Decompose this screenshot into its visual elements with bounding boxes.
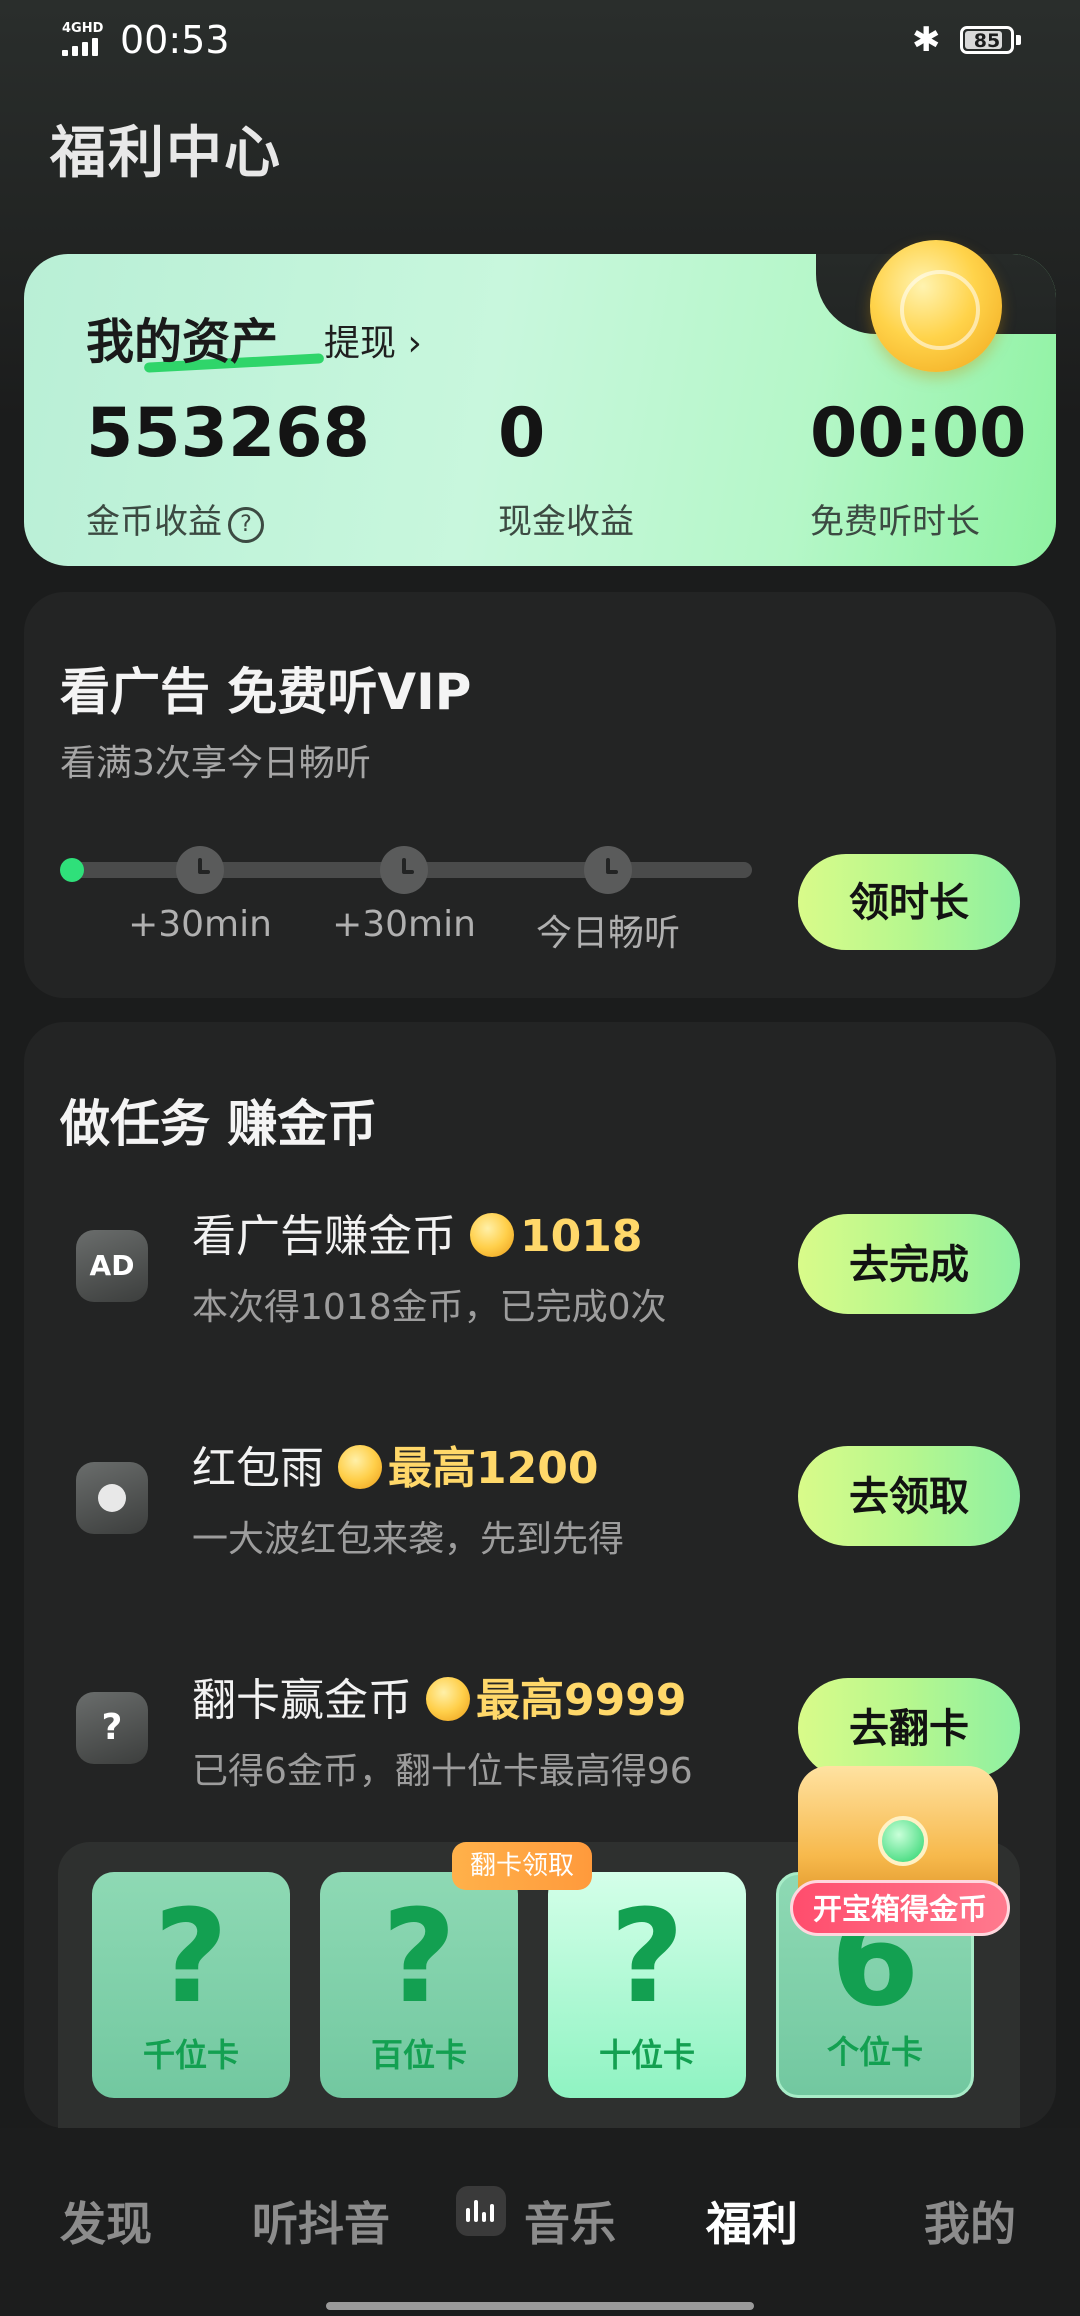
flip-tip-badge: 翻卡领取	[452, 1842, 592, 1890]
clock-icon	[380, 846, 428, 894]
battery-cap	[1016, 35, 1021, 45]
status-time: 00:53	[120, 18, 230, 62]
bluetooth-icon: ✱	[912, 20, 941, 60]
progress-node-label: +30min	[128, 904, 272, 945]
home-indicator[interactable]	[326, 2302, 754, 2310]
ad-icon: AD	[76, 1230, 148, 1302]
tasks-title: 做任务 赚金币	[60, 1095, 378, 1153]
task-title: 看广告赚金币	[192, 1211, 456, 1262]
vip-subtitle: 看满3次享今日畅听	[60, 743, 371, 784]
task-name: 翻卡赢金币 最高9999	[192, 1664, 686, 1728]
coins-label-wrap: 金币收益?	[86, 494, 264, 543]
listen-time-label: 免费听时长	[810, 502, 980, 542]
status-bar: 4GHD 00:53 ✱ 85	[0, 0, 1080, 80]
bottom-nav: 发现 听抖音 音乐 福利 我的	[0, 2128, 1080, 2316]
flip-card-thousands[interactable]: ? 千位卡	[92, 1872, 290, 2098]
nav-welfare[interactable]: 福利	[706, 2188, 798, 2254]
card-symbol: ?	[153, 1883, 229, 2032]
withdraw-link[interactable]: 提现 ›	[324, 314, 422, 366]
clock-icon	[176, 846, 224, 894]
cash-value: 0	[498, 394, 546, 473]
chest-label[interactable]: 开宝箱得金币	[790, 1880, 1010, 1936]
vip-ad-card: 看广告 免费听VIP 看满3次享今日畅听 +30min +30min 今日畅听 …	[24, 592, 1056, 998]
help-icon[interactable]: ?	[228, 507, 264, 543]
vip-title: 看广告 免费听VIP	[60, 663, 472, 721]
coins-label: 金币收益	[86, 502, 222, 542]
nav-me[interactable]: 我的	[924, 2188, 1016, 2254]
network-type: 4GHD	[62, 21, 104, 36]
task-claim-button[interactable]: 去领取	[798, 1446, 1020, 1546]
task-reward: 最高9999	[476, 1675, 687, 1726]
gold-coin-icon	[870, 240, 1002, 372]
music-icon	[456, 2186, 506, 2236]
progress-node-label: 今日畅听	[535, 913, 680, 954]
assets-title: 我的资产	[86, 314, 279, 370]
task-reward: 1018	[520, 1211, 643, 1262]
card-symbol: ?	[381, 1883, 457, 2032]
nav-listen-douyin[interactable]: 听抖音	[252, 2188, 390, 2254]
claim-time-button[interactable]: 领时长	[798, 854, 1020, 950]
coin-icon	[338, 1445, 382, 1489]
coin-icon	[470, 1213, 514, 1257]
task-complete-button[interactable]: 去完成	[798, 1214, 1020, 1314]
page-title: 福利中心	[50, 121, 282, 186]
task-desc: 本次得1018金币，已完成0次	[192, 1287, 667, 1328]
task-title: 翻卡赢金币	[192, 1675, 412, 1726]
cash-label: 现金收益	[498, 502, 634, 542]
task-desc: 一大波红包来袭，先到先得	[192, 1519, 625, 1560]
nav-music[interactable]: 音乐	[524, 2188, 616, 2254]
battery-icon: 85	[960, 26, 1014, 54]
task-desc: 已得6金币，翻十位卡最高得96	[192, 1751, 693, 1792]
task-title: 红包雨	[192, 1443, 324, 1494]
nav-discover[interactable]: 发现	[60, 2188, 152, 2254]
card-label: 百位卡	[370, 2036, 467, 2074]
listen-time-value: 00:00	[810, 394, 1027, 473]
task-name: 红包雨 最高1200	[192, 1432, 598, 1496]
flip-card-tens[interactable]: ? 十位卡	[548, 1872, 746, 2098]
flip-card-icon: ?	[76, 1692, 148, 1764]
flip-card-hundreds[interactable]: ? 百位卡	[320, 1872, 518, 2098]
task-reward: 最高1200	[388, 1443, 599, 1494]
progress-indicator	[60, 858, 84, 882]
card-label: 个位卡	[826, 2033, 923, 2071]
signal-icon	[62, 38, 110, 56]
coins-value: 553268	[86, 394, 370, 473]
red-packet-jar-icon	[76, 1462, 148, 1534]
clock-icon	[584, 846, 632, 894]
task-name: 看广告赚金币 1018	[192, 1200, 642, 1264]
progress-node-label: +30min	[332, 904, 476, 945]
coin-icon	[426, 1677, 470, 1721]
battery-percent: 85	[973, 30, 1001, 52]
card-symbol: ?	[609, 1883, 685, 2032]
chest-gem-icon	[878, 1816, 928, 1866]
card-label: 千位卡	[142, 2036, 239, 2074]
card-label: 十位卡	[598, 2036, 695, 2074]
tasks-card: 做任务 赚金币 AD 看广告赚金币 1018 本次得1018金币，已完成0次 去完…	[24, 1022, 1056, 2128]
